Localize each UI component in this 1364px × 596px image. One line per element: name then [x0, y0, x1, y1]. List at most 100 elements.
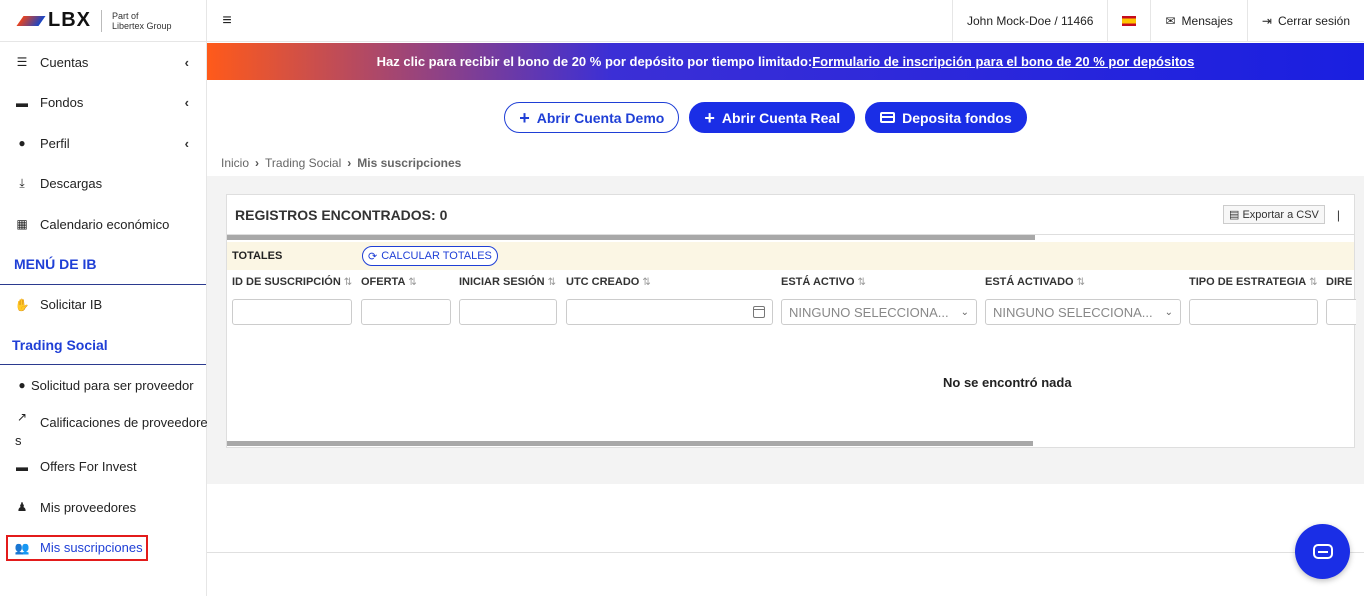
sidebar-item-label: Calendario económico: [40, 216, 170, 232]
filter-is-activated-select[interactable]: NINGUNO SELECCIONA... ⌄: [985, 299, 1181, 325]
column-header-subscription-id[interactable]: ID DE SUSCRIPCIÓN ⇅: [232, 276, 352, 288]
sidebar-section-trading-social[interactable]: Trading Social: [0, 325, 206, 365]
promo-banner-link[interactable]: Formulario de inscripción para el bono d…: [812, 54, 1194, 69]
sidebar-item-perfil[interactable]: ● Perfil ‹: [0, 123, 206, 164]
logo-subtitle-line1: Part of: [112, 10, 139, 21]
sidebar: LBX Part of Libertex Group ☰ Cuentas ‹ ▬…: [0, 0, 208, 596]
breadcrumb-home[interactable]: Inicio: [221, 156, 249, 170]
column-header-label: ESTÁ ACTIVADO: [985, 276, 1074, 288]
main-content: REGISTROS ENCONTRADOS: 0 ▤ Exportar a CS…: [207, 176, 1364, 484]
chevron-right-icon: ›: [347, 156, 352, 170]
plus-icon: +: [519, 107, 530, 128]
chevron-left-icon: ‹: [184, 95, 189, 111]
column-header-direction[interactable]: DIRE: [1326, 276, 1352, 288]
user-account-label: John Mock-Doe / 11466: [966, 13, 1094, 28]
panel-header: REGISTROS ENCONTRADOS: 0 ▤ Exportar a CS…: [227, 195, 1354, 235]
plus-icon: +: [704, 107, 715, 128]
select-placeholder: NINGUNO SELECCIONA...: [993, 304, 1153, 320]
filter-utc-created-input[interactable]: [566, 299, 773, 325]
filter-offer-input[interactable]: [361, 299, 451, 325]
language-selector[interactable]: [1107, 0, 1150, 42]
sidebar-item-solicitud-proveedor[interactable]: ● Solicitud para ser proveedor: [0, 365, 206, 406]
sidebar-item-offers-for-invest[interactable]: ▬ Offers For Invest: [0, 447, 206, 488]
sort-icon: ⇅: [1076, 277, 1086, 288]
deposit-funds-button[interactable]: Deposita fondos: [865, 102, 1027, 133]
horizontal-scrollbar-bottom[interactable]: [227, 441, 1033, 446]
user-icon: ●: [18, 378, 26, 393]
column-header-label: ID DE SUSCRIPCIÓN: [232, 276, 341, 288]
app-root: LBX Part of Libertex Group ☰ Cuentas ‹ ▬…: [0, 0, 1364, 596]
sidebar-item-label-line1: Calificaciones de proveedore: [40, 414, 208, 430]
filter-subscription-id-input[interactable]: [232, 299, 352, 325]
totals-label: TOTALES: [232, 250, 283, 262]
trading-social-highlight: Trading Social: [12, 336, 108, 353]
chevron-down-icon: ⌄: [1164, 306, 1173, 318]
open-demo-account-button[interactable]: + Abrir Cuenta Demo: [504, 102, 680, 133]
envelope-icon: ✉: [1165, 13, 1176, 28]
header-divider: |: [1336, 207, 1340, 222]
column-header-utc-created[interactable]: UTC CREADO ⇅: [566, 276, 651, 288]
column-header-offer[interactable]: OFERTA ⇅: [361, 276, 417, 288]
records-found-title: REGISTROS ENCONTRADOS: 0: [235, 206, 448, 223]
hamburger-menu-icon[interactable]: ≡: [207, 12, 247, 30]
logo-slash-icon: [16, 15, 46, 26]
filter-direction-input[interactable]: [1326, 299, 1356, 325]
sort-icon: ⇅: [408, 277, 417, 288]
export-csv-button[interactable]: ▤ Exportar a CSV: [1222, 205, 1325, 224]
chat-icon: [1312, 544, 1333, 559]
sidebar-item-solicitar-ib[interactable]: ✋ Solicitar IB: [0, 285, 206, 326]
column-header-label: ESTÁ ACTIVO: [781, 276, 855, 288]
calendar-icon[interactable]: [753, 306, 765, 318]
sort-icon: ⇅: [857, 277, 866, 288]
column-header-is-activated[interactable]: ESTÁ ACTIVADO ⇅: [985, 276, 1085, 288]
top-bar-right: John Mock-Doe / 11466 ✉ Mensajes ⇥ Cerra…: [951, 0, 1364, 42]
subscriptions-panel: REGISTROS ENCONTRADOS: 0 ▤ Exportar a CS…: [226, 194, 1356, 448]
column-header-label: DIRE: [1326, 276, 1353, 288]
column-header-label: OFERTA: [361, 276, 406, 288]
sidebar-item-calendario[interactable]: ▦ Calendario económico: [0, 204, 206, 245]
sidebar-item-descargas[interactable]: ⤓ Descargas: [0, 164, 206, 205]
logout-label: Cerrar sesión: [1277, 13, 1350, 28]
logo-mark-icon: LBX: [16, 9, 91, 32]
sidebar-item-mis-proveedores[interactable]: ♟ Mis proveedores: [0, 487, 206, 528]
sidebar-item-calificaciones[interactable]: ↗ Calificaciones de proveedore s: [0, 406, 208, 450]
sidebar-item-mis-suscripciones[interactable]: 👥 Mis suscripciones: [0, 528, 206, 569]
filter-login-input[interactable]: [459, 299, 557, 325]
open-real-account-button[interactable]: + Abrir Cuenta Real: [689, 102, 856, 133]
sidebar-item-cuentas[interactable]: ☰ Cuentas ‹: [0, 42, 206, 83]
deposit-funds-label: Deposita fondos: [902, 109, 1012, 126]
breadcrumb-section[interactable]: Trading Social: [265, 156, 341, 170]
column-header-login[interactable]: INICIAR SESIÓN ⇅: [459, 276, 556, 288]
list-icon: ☰: [16, 55, 28, 70]
horizontal-scrollbar-top[interactable]: [227, 235, 1035, 240]
user-account[interactable]: John Mock-Doe / 11466: [951, 0, 1108, 42]
sidebar-item-label: Calificaciones de proveedore s: [15, 414, 208, 450]
calculate-totals-label: CALCULAR TOTALES: [381, 250, 492, 262]
logo-subtitle: Part of Libertex Group: [112, 11, 172, 31]
logo[interactable]: LBX Part of Libertex Group: [0, 0, 206, 42]
messages-link[interactable]: ✉ Mensajes: [1150, 0, 1246, 42]
logo-brand: LBX: [48, 9, 91, 31]
chat-button[interactable]: [1295, 524, 1350, 579]
sidebar-item-fondos[interactable]: ▬ Fondos ‹: [0, 83, 206, 124]
column-header-strategy-type[interactable]: TIPO DE ESTRATEGIA ⇅: [1189, 276, 1318, 288]
promo-banner: Haz clic para recibir el bono de 20 % po…: [207, 43, 1364, 80]
chevron-right-icon: ›: [255, 156, 260, 170]
calculate-totals-button[interactable]: ⟳ CALCULAR TOTALES: [362, 246, 498, 266]
logout-link[interactable]: ⇥ Cerrar sesión: [1246, 0, 1364, 42]
wallet-icon: ▬: [16, 95, 28, 110]
sidebar-item-label: Solicitud para ser proveedor: [31, 377, 194, 393]
breadcrumb: Inicio › Trading Social › Mis suscripcio…: [221, 156, 461, 170]
messages-label: Mensajes: [1181, 13, 1233, 28]
sidebar-item-label: Descargas: [40, 176, 103, 192]
filter-is-active-select[interactable]: NINGUNO SELECCIONA... ⌄: [781, 299, 977, 325]
logo-divider: [101, 9, 102, 32]
active-item-highlight: [6, 534, 148, 561]
logo-subtitle-line2: Libertex Group: [112, 20, 172, 31]
column-header-is-active[interactable]: ESTÁ ACTIVO ⇅: [781, 276, 866, 288]
footer-divider: [207, 552, 1364, 553]
sort-icon: ⇅: [547, 277, 556, 288]
filter-strategy-type-input[interactable]: [1189, 299, 1318, 325]
sidebar-ib-list: ✋ Solicitar IB: [0, 285, 206, 326]
credit-card-icon: [880, 112, 896, 123]
